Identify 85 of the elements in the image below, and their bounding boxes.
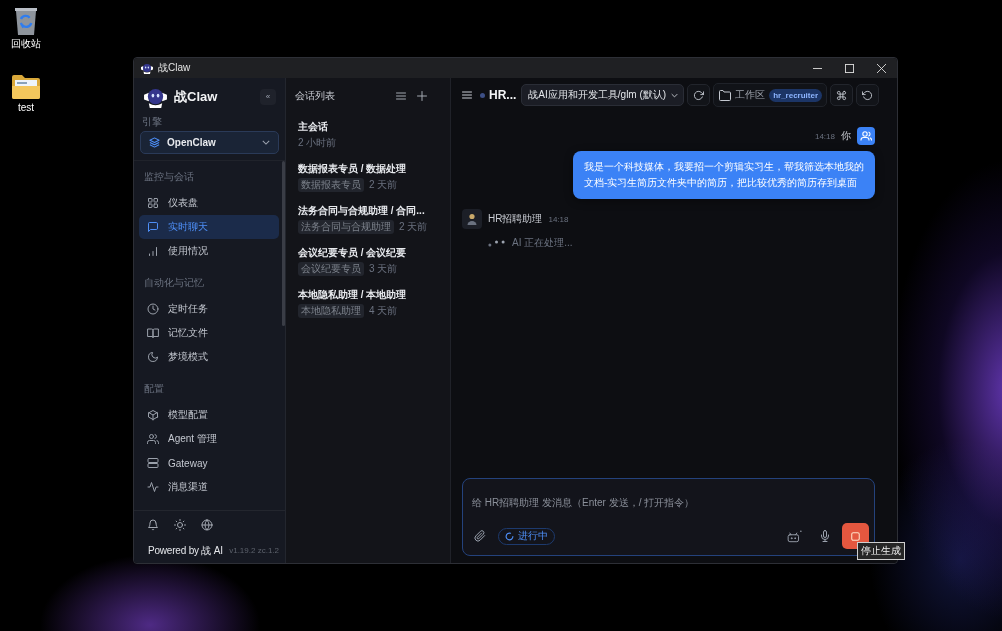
conversation-item[interactable]: 数据报表专员 / 数据处理 数据报表专员 2 天前	[286, 156, 450, 198]
clock-icon	[147, 303, 159, 315]
refresh-icon	[693, 89, 705, 101]
desktop-icon-label[interactable]: test	[17, 102, 35, 114]
nav-item[interactable]: 梦境模式	[139, 345, 279, 369]
undo-button[interactable]	[856, 84, 880, 106]
stop-tooltip: 停止生成	[857, 542, 905, 560]
collapse-button[interactable]: «	[260, 89, 276, 105]
conversation-item[interactable]: 本地隐私助理 / 本地助理 本地隐私助理 4 天前	[286, 282, 450, 324]
app-logo-icon	[141, 62, 153, 74]
folder-icon[interactable]	[12, 75, 40, 99]
nav-item[interactable]: 仪表盘	[139, 191, 279, 215]
chevron-down-icon	[262, 140, 270, 145]
microphone-icon[interactable]	[819, 530, 831, 542]
paperclip-icon[interactable]	[474, 530, 486, 542]
message-time: 14:18	[548, 214, 569, 224]
globe-icon[interactable]	[201, 519, 213, 531]
maximize-icon	[844, 63, 854, 73]
users-icon	[147, 433, 159, 445]
engine-label: 引擎	[141, 116, 163, 128]
nav-item[interactable]: 使用情况	[139, 239, 279, 263]
status-text: 进行中	[518, 529, 548, 543]
nav-item[interactable]: 模型配置	[139, 403, 279, 427]
command-icon	[836, 89, 848, 101]
workspace-button[interactable]: 工作区 hr_recruiter	[713, 83, 828, 107]
message-author: 你	[841, 129, 851, 143]
recycle-bin-icon[interactable]	[14, 5, 38, 35]
agent-tag: 本地隐私助理	[298, 304, 364, 318]
brand-name: 战Claw	[174, 88, 218, 106]
workspace-badge: hr_recruiter	[769, 88, 823, 102]
agent-tag: 会议纪要专员	[298, 262, 364, 276]
bar-chart-icon	[147, 245, 159, 257]
nav-item[interactable]: Gateway	[139, 451, 279, 475]
grid-icon	[147, 197, 159, 209]
undo-icon	[862, 89, 874, 101]
agent-tag: 数据报表专员	[298, 178, 364, 192]
brand-logo-icon	[144, 86, 167, 108]
user-avatar-icon	[857, 127, 875, 145]
message-time: 14:18	[814, 131, 835, 141]
layers-icon	[149, 137, 160, 148]
scrollbar-thumb[interactable]	[282, 161, 285, 326]
message-author: HR招聘助理	[488, 212, 543, 226]
conversation-item[interactable]: 法务合同与合规助理 / 合同... 法务合同与合规助理 2 天前	[286, 198, 450, 240]
engine-select[interactable]: OpenClaw	[140, 131, 279, 154]
nav-item[interactable]: 消息渠道	[139, 475, 279, 499]
message-input[interactable]: 给 HR招聘助理 发消息（Enter 发送，/ 打开指令）	[472, 490, 869, 514]
nav-item[interactable]: 实时聊天	[139, 215, 279, 239]
status-dot-icon	[480, 92, 485, 98]
moon-icon	[147, 351, 159, 363]
spinner-icon	[505, 531, 514, 541]
folder-icon	[719, 89, 732, 101]
close-icon	[876, 63, 886, 73]
nav-item[interactable]: 定时任务	[139, 297, 279, 321]
agent-tag: 法务合同与合规助理	[298, 220, 394, 234]
refresh-button[interactable]	[687, 84, 711, 106]
nav-item[interactable]: Agent 管理	[139, 427, 279, 451]
command-button[interactable]	[830, 84, 854, 106]
nav-section-title: 配置	[144, 382, 165, 396]
window-title: 战Claw	[158, 61, 191, 75]
model-select[interactable]: 战AI应用和开发工具/glm (默认)	[521, 84, 685, 106]
assistant-avatar-icon	[462, 209, 482, 229]
chevron-down-icon	[671, 92, 679, 98]
powered-by-text: Powered by 战 AI	[148, 544, 223, 558]
desktop-icon-label[interactable]: 回收站	[11, 38, 41, 50]
list-icon[interactable]	[395, 90, 407, 102]
plus-icon[interactable]	[416, 90, 428, 102]
panel-title: 会话列表	[295, 89, 335, 103]
book-icon	[147, 327, 159, 339]
menu-icon[interactable]	[461, 89, 473, 101]
robot-icon[interactable]	[787, 529, 802, 543]
conversation-item[interactable]: 主会话 2 小时前	[286, 114, 450, 156]
nav-item[interactable]: 记忆文件	[139, 321, 279, 345]
conversation-item[interactable]: 会议纪要专员 / 会议纪要 会议纪要专员 3 天前	[286, 240, 450, 282]
nav-section-title: 监控与会话	[144, 170, 195, 184]
stop-icon	[851, 531, 860, 541]
version-text: v1.19.2 zc.1.2	[229, 545, 279, 557]
nav-section-title: 自动化与记忆	[144, 276, 205, 290]
chat-title: HR...	[489, 88, 517, 102]
pulse-icon	[147, 481, 159, 493]
server-icon	[147, 457, 159, 469]
message-bubble: 我是一个科技媒体，我要招一个剪辑实习生，帮我筛选本地我的文档-实习生简历文件夹中的简历，把比较优秀的简历存到桌面	[573, 151, 875, 199]
processing-status: AI 正在处理...	[512, 236, 573, 250]
bell-icon[interactable]	[147, 519, 159, 531]
sun-icon[interactable]	[174, 519, 186, 531]
cube-icon	[147, 409, 159, 421]
